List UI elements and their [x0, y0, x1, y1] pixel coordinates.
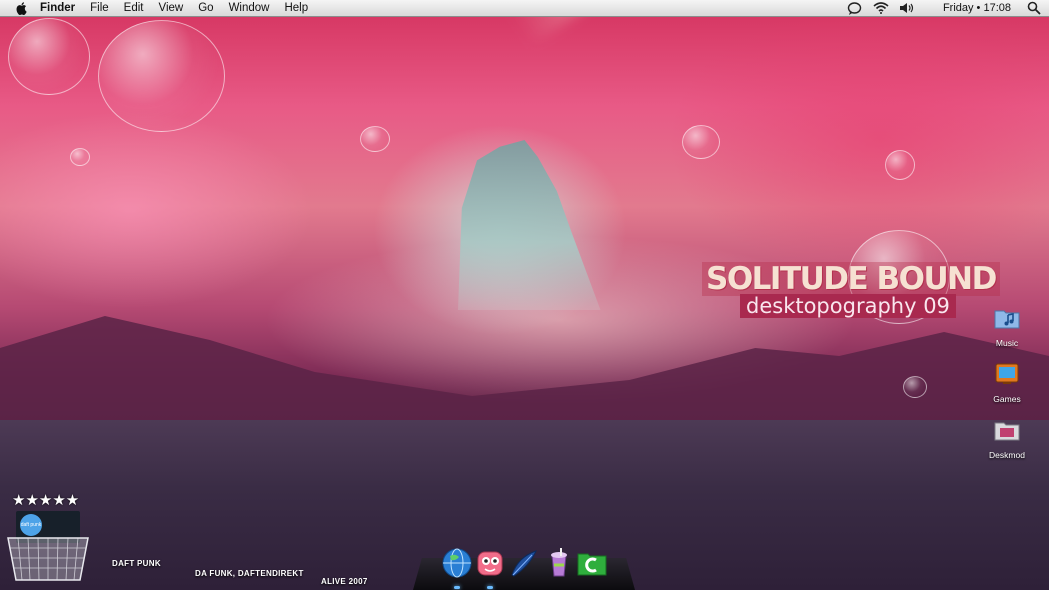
running-indicator [487, 586, 493, 589]
games-icon [995, 363, 1019, 384]
spotlight-icon[interactable] [1027, 1, 1041, 15]
menu-clock[interactable]: Friday • 17:08 [943, 2, 1011, 14]
apple-icon[interactable] [14, 1, 30, 15]
desktop-icon-games[interactable]: Games [977, 362, 1037, 404]
green-folder-icon[interactable] [576, 547, 608, 579]
menu-help[interactable]: Help [284, 0, 308, 16]
bubble [903, 376, 927, 398]
menu-view[interactable]: View [159, 0, 184, 16]
wifi-icon[interactable] [873, 1, 889, 15]
bubble [8, 18, 90, 95]
menu-file[interactable]: File [90, 0, 109, 16]
menu-go[interactable]: Go [198, 0, 213, 16]
rock-island [458, 140, 601, 310]
desktop-icon-label: Music [995, 338, 1019, 348]
now-playing-album: ALIVE 2007 [321, 577, 368, 586]
feather-icon[interactable] [508, 547, 540, 579]
desktop-icon-deskmod[interactable]: Deskmod [977, 418, 1037, 460]
menu-bar: Finder File Edit View Go Window Help Fri… [0, 0, 1049, 17]
running-indicator [454, 586, 460, 589]
bubble [885, 150, 915, 180]
desktop-icon-label: Games [993, 394, 1021, 404]
globe-icon[interactable] [441, 547, 473, 579]
bubble [70, 148, 90, 166]
desktop-icon-music[interactable]: Music [977, 306, 1037, 348]
basket-icon [7, 537, 89, 581]
logo-subtitle: desktopography 09 [740, 294, 956, 318]
volume-icon[interactable] [899, 1, 915, 15]
menu-edit[interactable]: Edit [124, 0, 144, 16]
bubble [98, 20, 225, 132]
logo-title: SOLITUDE BOUND [702, 262, 1000, 296]
music-folder-icon [994, 310, 1020, 329]
wallpaper-logo: SOLITUDE BOUND desktopography 09 [702, 262, 1000, 318]
desktop-icon-label: Deskmod [989, 450, 1025, 460]
deskmod-folder-icon [994, 422, 1020, 441]
chat-icon[interactable] [847, 1, 863, 15]
menu-window[interactable]: Window [229, 0, 270, 16]
now-playing-artist: DAFT PUNK [112, 559, 161, 568]
drink-cup-icon[interactable] [543, 547, 575, 579]
now-playing-track: DA FUNK, DAFTENDIREKT [195, 569, 304, 578]
rating-stars[interactable]: ★★★★★ [12, 491, 79, 509]
bubble [360, 126, 390, 152]
bubble [682, 125, 720, 159]
menu-app-finder[interactable]: Finder [40, 0, 75, 16]
pink-creature-icon[interactable] [474, 547, 506, 579]
